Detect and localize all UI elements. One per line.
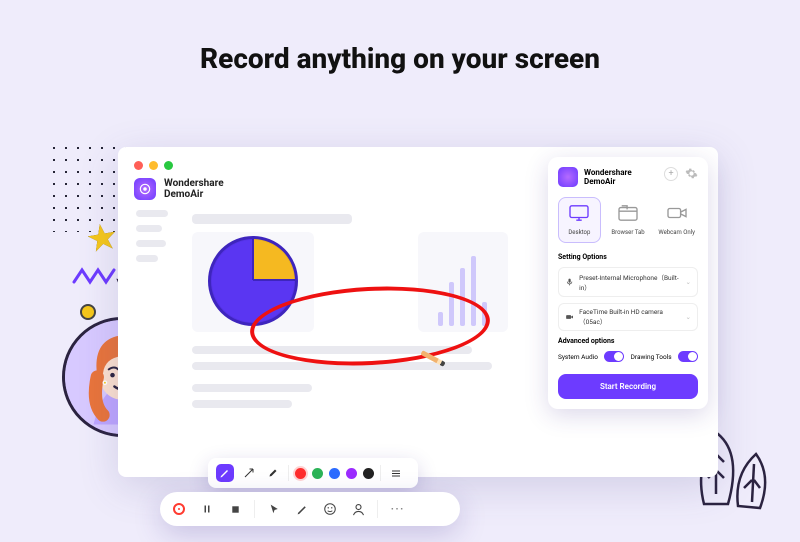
pause-button[interactable] <box>198 500 216 518</box>
draw-tool[interactable] <box>293 500 311 518</box>
mode-desktop[interactable]: Desktop <box>558 197 601 243</box>
separator <box>288 465 289 481</box>
camera-toggle[interactable] <box>349 500 367 518</box>
sidebar-item <box>136 210 168 217</box>
arrow-tool[interactable] <box>240 464 258 482</box>
camera-select[interactable]: FaceTime Built-in HD camera（05ac） ⌄ <box>558 303 698 331</box>
webcam-icon <box>666 204 688 222</box>
mode-label: Desktop <box>561 229 598 236</box>
color-blue[interactable] <box>329 468 340 479</box>
camera-icon <box>565 312 574 322</box>
highlighter-tool[interactable] <box>264 464 282 482</box>
minimize-icon[interactable] <box>149 161 158 170</box>
add-button[interactable]: + <box>664 167 678 181</box>
separator <box>380 465 381 481</box>
color-purple[interactable] <box>346 468 357 479</box>
toggle-tools-label: Drawing Tools <box>631 353 672 361</box>
maximize-icon[interactable] <box>164 161 173 170</box>
toggle-drawing-tools[interactable] <box>678 351 698 362</box>
pen-icon <box>296 503 309 516</box>
gear-icon[interactable] <box>685 167 698 180</box>
color-green[interactable] <box>312 468 323 479</box>
chevron-down-icon: ⌄ <box>686 278 691 286</box>
panel-brand-name: WondershareDemoAir <box>584 168 632 186</box>
settings-title: Setting Options <box>558 253 698 261</box>
line-weight[interactable] <box>387 464 405 482</box>
record-icon <box>173 503 185 515</box>
sidebar-item <box>136 255 158 262</box>
mode-browser-tab[interactable]: Browser Tab <box>607 197 650 243</box>
person-icon <box>351 502 366 517</box>
more-button[interactable]: ⋯ <box>388 500 406 518</box>
sidebar-item <box>136 225 162 232</box>
separator <box>377 500 378 518</box>
pen-tool[interactable] <box>216 464 234 482</box>
color-red[interactable] <box>295 468 306 479</box>
chevron-down-icon: ⌄ <box>686 313 691 321</box>
recording-toolbar: ⋯ <box>160 492 460 526</box>
page-title-skeleton <box>192 214 352 224</box>
zigzag-icon <box>72 266 116 288</box>
brand-name: WondershareDemoAir <box>164 178 224 200</box>
stop-button[interactable] <box>226 500 244 518</box>
hero-title: Record anything on your screen <box>0 42 800 75</box>
separator <box>254 500 255 518</box>
emoji-icon <box>323 502 337 516</box>
brand-logo-icon <box>134 178 156 200</box>
mode-webcam[interactable]: Webcam Only <box>655 197 698 243</box>
cursor-icon <box>268 503 281 516</box>
camera-value: FaceTime Built-in HD camera（05ac） <box>579 308 680 326</box>
record-button[interactable] <box>170 500 188 518</box>
toggle-audio-label: System Audio <box>558 353 598 361</box>
tab-icon <box>617 204 639 222</box>
stop-icon <box>230 504 241 515</box>
start-recording-button[interactable]: Start Recording <box>558 374 698 399</box>
sidebar <box>136 210 178 270</box>
mic-value: Preset-Internal Microphone（Built-in） <box>579 272 680 292</box>
toggle-system-audio[interactable] <box>604 351 624 362</box>
advanced-title: Advanced options <box>558 337 698 345</box>
mode-label: Webcam Only <box>658 229 695 236</box>
circle-icon <box>80 304 96 320</box>
sidebar-item <box>136 240 166 247</box>
color-black[interactable] <box>363 468 374 479</box>
annotation-toolbar <box>208 458 418 488</box>
mic-select[interactable]: Preset-Internal Microphone（Built-in） ⌄ <box>558 267 698 297</box>
mode-label: Browser Tab <box>610 229 647 236</box>
mic-icon <box>565 277 574 287</box>
emoji-tool[interactable] <box>321 500 339 518</box>
close-icon[interactable] <box>134 161 143 170</box>
monitor-icon <box>568 204 590 222</box>
cursor-tool[interactable] <box>265 500 283 518</box>
pause-icon <box>201 503 213 515</box>
recorder-panel: WondershareDemoAir + Desktop Browser Tab… <box>548 157 708 409</box>
brand-logo-icon <box>558 167 578 187</box>
